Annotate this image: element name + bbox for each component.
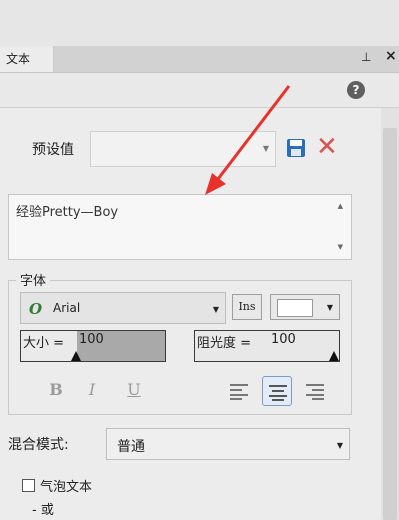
- annotation-arrow-icon: [205, 85, 291, 195]
